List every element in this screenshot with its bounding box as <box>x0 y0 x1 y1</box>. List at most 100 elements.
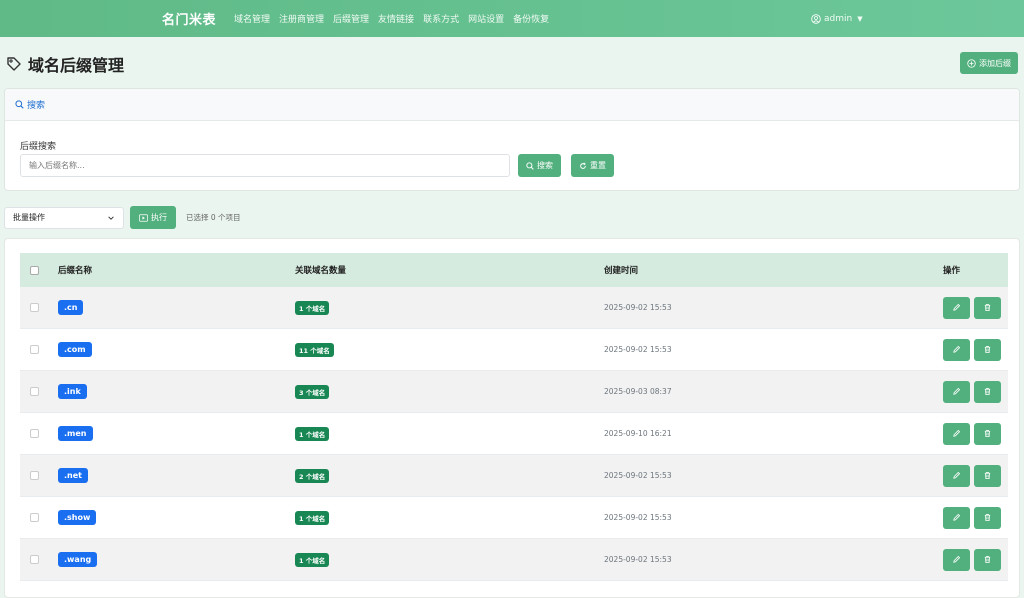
trash-icon <box>984 513 991 522</box>
table-row: .show 1 个域名 2025-09-02 15:53 <box>20 497 1008 539</box>
add-suffix-button[interactable]: 添加后缀 <box>960 52 1018 74</box>
table-row: .cn 1 个域名 2025-09-02 15:53 <box>20 287 1008 329</box>
trash-icon <box>984 387 991 396</box>
execute-button-label: 执行 <box>151 213 167 222</box>
search-header-label: 搜索 <box>27 101 46 111</box>
search-card: 搜索 后缀搜索 输入后缀名称... 搜索 重置 <box>4 88 1020 191</box>
nav-registrar-management[interactable]: 注册商管理 <box>279 12 324 25</box>
suffix-search-label: 后缀搜索 <box>20 142 57 152</box>
trash-icon <box>984 429 991 438</box>
domain-count-badge: 1 个域名 <box>295 510 330 525</box>
suffix-badge[interactable]: .men <box>58 426 93 441</box>
execute-button[interactable]: 执行 <box>130 206 176 229</box>
nav-suffix-management[interactable]: 后缀管理 <box>333 12 369 25</box>
select-all-checkbox[interactable] <box>30 265 39 275</box>
bulk-actions-bar: 批量操作 执行 已选择 0 个项目 <box>4 206 241 229</box>
delete-button[interactable] <box>974 506 1002 529</box>
page-title: 域名后缀管理 <box>6 52 1018 76</box>
suffix-badge[interactable]: .show <box>58 510 97 525</box>
reset-button-label: 重置 <box>590 161 606 170</box>
suffix-badge[interactable]: .ink <box>58 384 87 399</box>
header-domain-count: 关联域名数量 <box>295 266 347 276</box>
pencil-icon <box>953 429 961 437</box>
delete-button[interactable] <box>974 422 1002 445</box>
header-suffix-name: 后缀名称 <box>58 266 93 276</box>
row-checkbox[interactable] <box>30 429 39 438</box>
delete-button[interactable] <box>974 464 1002 487</box>
edit-button[interactable] <box>943 548 970 571</box>
search-placeholder: 输入后缀名称... <box>29 161 85 170</box>
delete-button[interactable] <box>974 548 1002 571</box>
suffix-badge[interactable]: .net <box>58 468 88 483</box>
domain-count-badge: 11 个域名 <box>295 342 334 357</box>
edit-button[interactable] <box>943 422 970 445</box>
play-icon <box>139 213 148 222</box>
search-button-label: 搜索 <box>537 161 553 170</box>
row-actions <box>943 548 1002 571</box>
edit-button[interactable] <box>943 464 970 487</box>
row-actions <box>943 506 1002 529</box>
username: admin <box>824 13 853 24</box>
row-checkbox[interactable] <box>30 303 39 312</box>
delete-button[interactable] <box>974 338 1002 361</box>
selected-count-info: 已选择 0 个项目 <box>186 213 241 222</box>
created-time: 2025-09-02 15:53 <box>604 513 672 522</box>
edit-button[interactable] <box>943 338 970 361</box>
suffix-table-card: 后缀名称 关联域名数量 创建时间 操作 .cn 1 个域名 2025-09-02… <box>4 238 1020 598</box>
row-actions <box>943 296 1002 319</box>
edit-button[interactable] <box>943 296 970 319</box>
pencil-icon <box>953 471 961 479</box>
pencil-icon <box>953 345 961 353</box>
trash-icon <box>984 471 991 480</box>
nav-backup-restore[interactable]: 备份恢复 <box>513 12 549 25</box>
search-icon <box>526 161 534 170</box>
bulk-action-select[interactable]: 批量操作 <box>4 206 124 229</box>
user-menu[interactable]: admin ▼ <box>811 14 863 24</box>
domain-count-badge: 1 个域名 <box>295 300 330 315</box>
created-time: 2025-09-03 08:37 <box>604 387 672 396</box>
edit-button[interactable] <box>943 506 970 529</box>
nav-contact[interactable]: 联系方式 <box>423 12 459 25</box>
row-checkbox[interactable] <box>30 513 39 522</box>
search-button[interactable]: 搜索 <box>518 154 561 177</box>
trash-icon <box>984 555 991 564</box>
suffix-badge[interactable]: .com <box>58 342 92 357</box>
pencil-icon <box>953 555 961 563</box>
trash-icon <box>984 345 991 354</box>
header-created-time: 创建时间 <box>604 266 639 276</box>
table-row: .com 11 个域名 2025-09-02 15:53 <box>20 329 1008 371</box>
row-checkbox[interactable] <box>30 345 39 354</box>
page-title-text: 域名后缀管理 <box>28 56 125 75</box>
row-checkbox[interactable] <box>30 555 39 564</box>
tags-icon <box>7 57 21 71</box>
nav-friend-links[interactable]: 友情链接 <box>378 12 414 25</box>
row-checkbox[interactable] <box>30 387 39 396</box>
row-actions <box>943 464 1002 487</box>
reset-button[interactable]: 重置 <box>571 154 614 177</box>
chevron-down-icon <box>108 215 114 220</box>
row-actions <box>943 338 1002 361</box>
delete-button[interactable] <box>974 380 1002 403</box>
domain-count-badge: 1 个域名 <box>295 552 330 567</box>
row-checkbox[interactable] <box>30 471 39 480</box>
created-time: 2025-09-02 15:53 <box>604 555 672 564</box>
nav-site-settings[interactable]: 网站设置 <box>468 12 504 25</box>
delete-button[interactable] <box>974 296 1002 319</box>
user-circle-icon <box>811 13 821 24</box>
table-header: 后缀名称 关联域名数量 创建时间 操作 <box>20 253 1008 287</box>
header-actions: 操作 <box>943 266 961 276</box>
nav-domain-management[interactable]: 域名管理 <box>234 12 270 25</box>
bulk-action-value: 批量操作 <box>13 213 45 222</box>
suffix-badge[interactable]: .wang <box>58 552 98 567</box>
page-header: 域名后缀管理 添加后缀 <box>6 52 1018 78</box>
domain-count-badge: 2 个域名 <box>295 468 330 483</box>
created-time: 2025-09-02 15:53 <box>604 303 672 312</box>
row-actions <box>943 380 1002 403</box>
trash-icon <box>984 303 991 312</box>
edit-button[interactable] <box>943 380 970 403</box>
search-icon <box>15 100 24 109</box>
brand-logo[interactable]: 名门米表 <box>162 9 216 28</box>
suffix-search-input[interactable]: 输入后缀名称... <box>20 154 510 177</box>
suffix-badge[interactable]: .cn <box>58 300 84 315</box>
table-row: .men 1 个域名 2025-09-10 16:21 <box>20 413 1008 455</box>
